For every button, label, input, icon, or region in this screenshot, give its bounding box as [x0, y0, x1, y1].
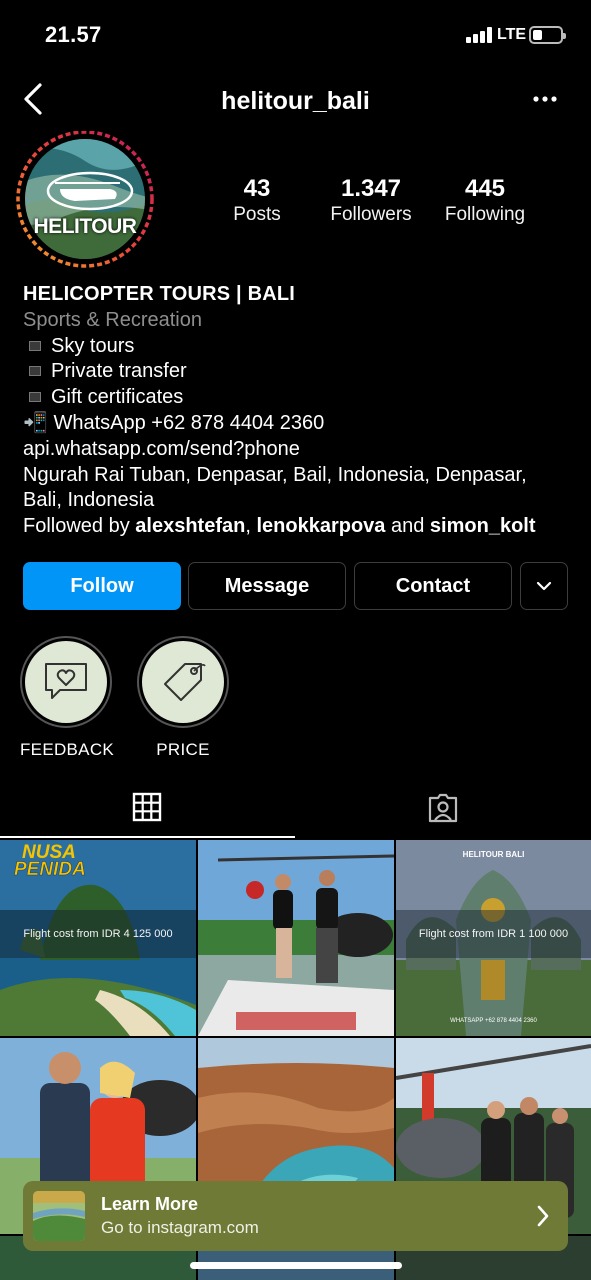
- post-thumbnail[interactable]: NUSA PENIDA Flight cost from IDR 4 125 0…: [0, 840, 196, 1036]
- banner-subtitle: Go to instagram.com: [101, 1218, 259, 1237]
- stat-followers[interactable]: 1.347 Followers: [322, 176, 420, 228]
- square-bullet-icon: [29, 340, 41, 351]
- profile-bio: HELICOPTER TOURS | BALI Sports & Recreat…: [23, 282, 578, 540]
- status-bar: 21.57 LTE: [0, 0, 591, 70]
- home-indicator[interactable]: [190, 1262, 402, 1269]
- highlight-label: FEEDBACK: [20, 740, 115, 759]
- post-title: PENIDA: [14, 859, 86, 881]
- chat-heart-icon: [45, 663, 87, 699]
- stat-posts[interactable]: 43 Posts: [217, 176, 297, 228]
- network-label: LTE: [497, 26, 527, 43]
- post-title: HELITOUR BALI: [462, 850, 525, 859]
- post-thumbnail[interactable]: HELITOUR BALI Flight cost from IDR 1 100…: [396, 840, 591, 1036]
- page-title: helitour_bali: [221, 87, 370, 115]
- price-tag-icon: [164, 663, 206, 701]
- follower-name[interactable]: alexshtefan: [135, 515, 245, 537]
- stat-following-label: Following: [444, 204, 526, 225]
- follower-name[interactable]: simon_kolt: [430, 515, 536, 537]
- square-bullet-icon: [29, 392, 41, 403]
- post-thumbnail[interactable]: [198, 840, 394, 1036]
- tagged-person-icon[interactable]: [427, 792, 459, 824]
- profile-name: HELICOPTER TOURS | BALI: [23, 283, 296, 305]
- stat-following[interactable]: 445 Following: [437, 176, 533, 228]
- learn-more-banner[interactable]: Learn More Go to instagram.com: [23, 1181, 568, 1251]
- bio-address-1[interactable]: Ngurah Rai Tuban, Denpasar, Bail, Indone…: [23, 463, 578, 489]
- chevron-right-icon: [537, 1205, 549, 1227]
- followed-by[interactable]: Followed by alexshtefan, lenokkarpova an…: [23, 514, 578, 540]
- stat-following-value: 445: [464, 175, 506, 202]
- avatar-logo-text: HELITOUR: [33, 215, 137, 238]
- chevron-down-icon: [536, 581, 552, 591]
- highlight-label: PRICE: [156, 740, 210, 759]
- status-time: 21.57: [45, 22, 102, 47]
- bio-line-3: Gift certificates: [23, 385, 578, 411]
- bio-whatsapp: 📲 WhatsApp +62 878 4404 2360: [23, 411, 325, 434]
- bio-line-2: Private transfer: [23, 359, 578, 385]
- stat-posts-value: 43: [243, 175, 271, 202]
- highlight-price[interactable]: PRICE: [137, 636, 229, 760]
- profile-avatar[interactable]: HELITOUR: [15, 130, 155, 271]
- battery-icon: [529, 26, 566, 44]
- follower-name[interactable]: lenokkarpova: [256, 515, 385, 537]
- grid-icon[interactable]: [132, 792, 162, 822]
- square-bullet-icon: [29, 366, 41, 377]
- suggested-dropdown-button[interactable]: [520, 562, 568, 610]
- bio-line-1: Sky tours: [23, 334, 578, 360]
- highlight-feedback[interactable]: FEEDBACK: [20, 636, 115, 760]
- signal-icon: [466, 27, 494, 43]
- banner-thumbnail: [33, 1191, 85, 1241]
- ellipsis-icon[interactable]: [530, 84, 560, 114]
- message-button[interactable]: Message: [188, 562, 346, 610]
- bio-link[interactable]: api.whatsapp.com/send?phone: [23, 437, 578, 463]
- contact-button[interactable]: Contact: [354, 562, 512, 610]
- banner-title: Learn More: [101, 1194, 199, 1214]
- bio-address-2[interactable]: Bali, Indonesia: [23, 488, 578, 514]
- top-nav: helitour_bali: [0, 70, 591, 130]
- post-caption: Flight cost from IDR 4 125 000: [0, 910, 196, 958]
- post-footer: WHATSAPP +62 878 4404 2360: [450, 1018, 537, 1024]
- stat-followers-label: Followers: [330, 204, 412, 225]
- active-tab-indicator: [0, 836, 295, 838]
- follow-button[interactable]: Follow: [23, 562, 181, 610]
- stat-posts-label: Posts: [233, 204, 281, 225]
- stat-followers-value: 1.347: [340, 175, 402, 202]
- profile-tabs: [0, 776, 591, 840]
- post-caption: Flight cost from IDR 1 100 000: [396, 910, 591, 958]
- profile-category: Sports & Recreation: [23, 308, 202, 331]
